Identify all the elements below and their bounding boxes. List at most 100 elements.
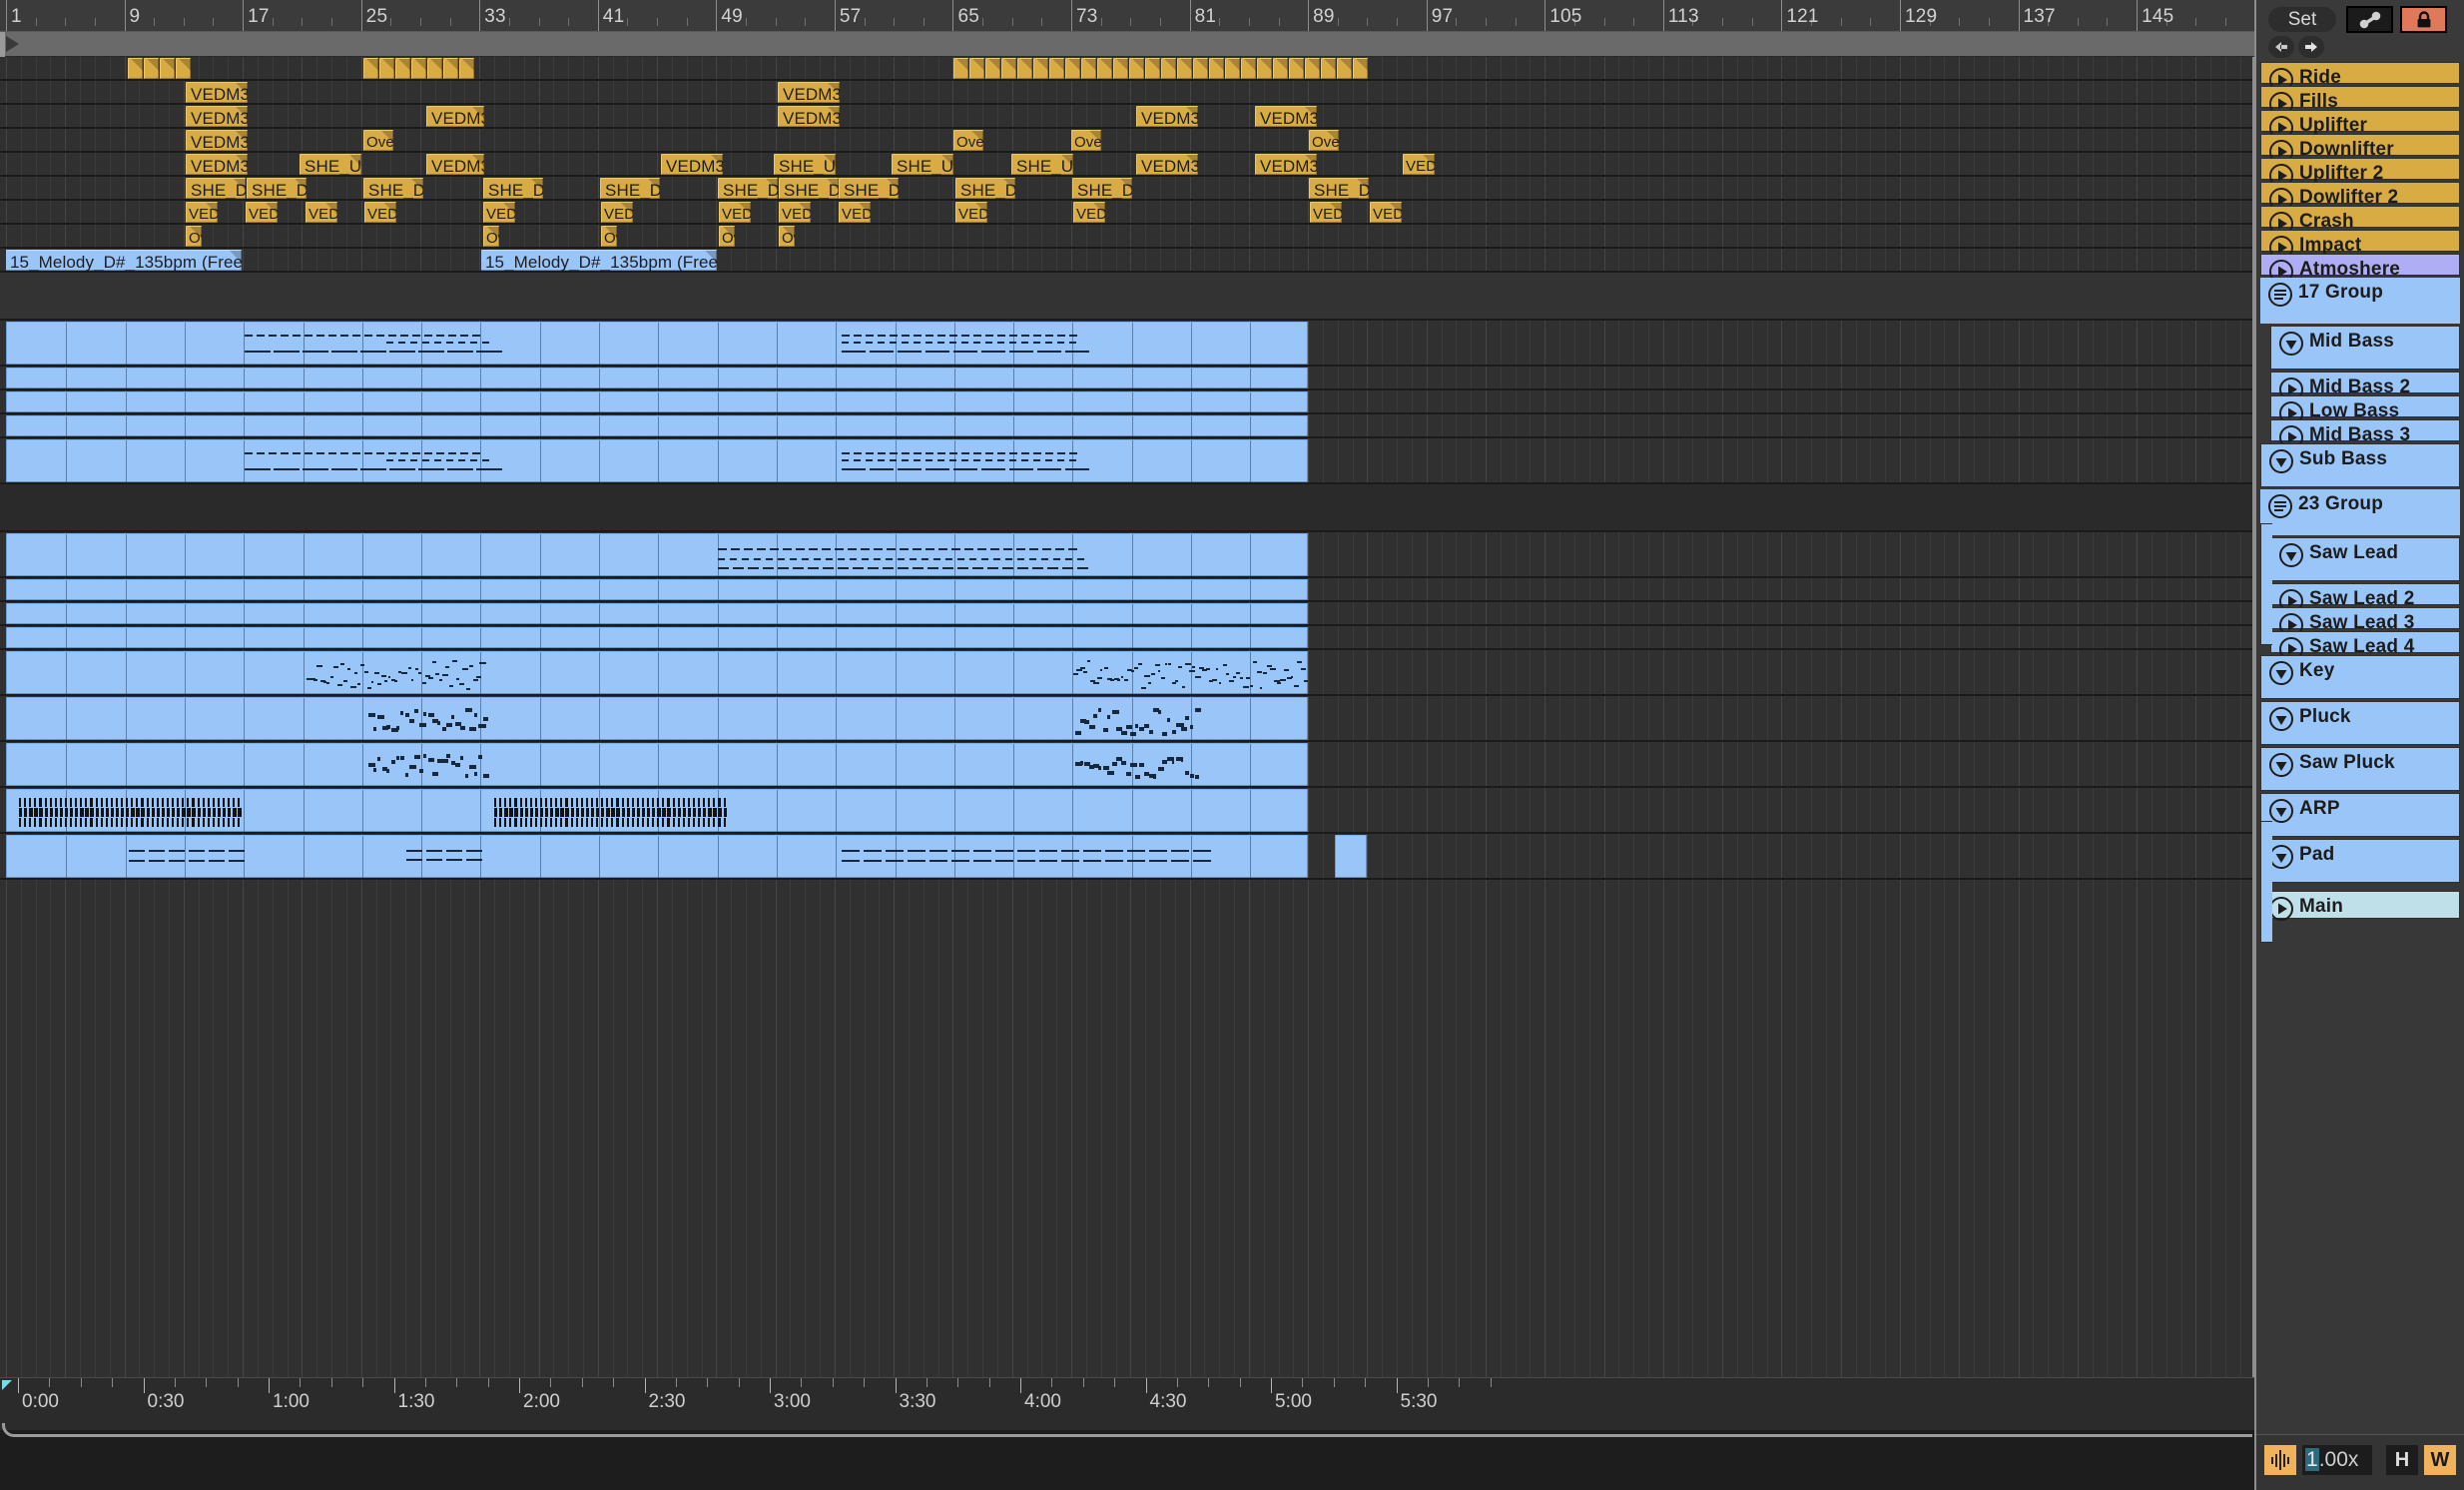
clip-drum[interactable]: Ov [601, 226, 617, 247]
clip-drum[interactable]: VED [306, 202, 337, 223]
track-header-saw-lead-2[interactable]: Saw Lead 2 [2270, 583, 2460, 613]
clip-drum[interactable] [1161, 58, 1176, 79]
clip-drum[interactable]: Ove [1309, 130, 1339, 151]
clip-drum[interactable] [1097, 58, 1112, 79]
clip-drum[interactable]: VED [246, 202, 278, 223]
clip-drum[interactable]: Ov [779, 226, 795, 247]
clip-drum[interactable]: VED [719, 202, 751, 223]
clip-drum[interactable] [1209, 58, 1224, 79]
clip-drum[interactable]: VEDM3 U [426, 154, 484, 175]
group-icon[interactable] [2266, 492, 2294, 520]
chevron-down-icon[interactable] [2267, 705, 2295, 733]
track-header-saw-lead-4[interactable]: Saw Lead 4 [2270, 631, 2460, 661]
clip-drum[interactable]: VEDM3 L [186, 82, 248, 103]
clip-midi[interactable] [6, 579, 1308, 600]
clip-drum[interactable]: SHE_Dow [718, 178, 778, 199]
clip-drum[interactable] [985, 58, 1000, 79]
track-header-low-bass[interactable]: Low Bass [2270, 395, 2460, 425]
clip-drum[interactable]: VEDM3 L [778, 82, 840, 103]
clip-drum[interactable]: SHE_Dow [779, 178, 839, 199]
clip-drum[interactable]: VEDM3 U [426, 106, 484, 127]
clip-drum[interactable]: SHE_Dow [247, 178, 307, 199]
clip-drum[interactable] [1049, 58, 1064, 79]
clip-midi[interactable] [6, 743, 1308, 786]
clip-drum[interactable]: VED [186, 202, 218, 223]
clip-drum[interactable]: VED [1310, 202, 1342, 223]
track-header-list[interactable]: Ride Fills Uplifter Downlifter Uplifter 2 Dow… [2256, 62, 2464, 1434]
clip-midi[interactable] [6, 835, 1308, 878]
chevron-down-icon[interactable] [2267, 751, 2295, 779]
bar-ruler[interactable]: 1 9 17 25 33 41 49 57 65 73 81 89 97 105 113 121 129 137 1… [0, 0, 2254, 32]
clip-midi[interactable] [6, 322, 1308, 365]
clip-midi[interactable] [6, 533, 1308, 576]
clip-drum[interactable]: VEDM3 U [1136, 106, 1198, 127]
clip-drum[interactable] [1081, 58, 1096, 79]
clip-drum[interactable] [363, 58, 378, 79]
clip-midi[interactable] [6, 627, 1308, 648]
clip-drum[interactable] [1321, 58, 1336, 79]
clip-midi[interactable] [6, 651, 1308, 694]
clip-drum[interactable]: SHE_Uplif [300, 154, 361, 175]
clip-drum[interactable]: VEDM3 U [1255, 154, 1317, 175]
clip-drum[interactable]: Ov [719, 226, 735, 247]
track-header-impact[interactable]: Impact [2260, 230, 2460, 260]
track-header-main[interactable]: Main [2260, 891, 2460, 921]
clip-midi[interactable] [6, 368, 1308, 388]
clip-drum[interactable]: Ov [186, 226, 202, 247]
draw-tool-icon[interactable] [2346, 6, 2393, 33]
clip-drum[interactable]: VED [1073, 202, 1105, 223]
clip-drum[interactable]: SHE_Dow [1072, 178, 1132, 199]
track-header-saw-lead-3[interactable]: Saw Lead 3 [2270, 607, 2460, 637]
clip-drum[interactable] [1033, 58, 1048, 79]
clip-drum[interactable]: VED [839, 202, 871, 223]
scrub-loop-bar[interactable] [0, 32, 2254, 57]
clip-midi[interactable] [1335, 835, 1367, 878]
clip-audio[interactable]: 15_Melody_D#_135bpm (Freeze) [481, 250, 717, 271]
track-header-crash[interactable]: Crash [2260, 206, 2460, 236]
clip-drum[interactable]: SHE_Dow [600, 178, 660, 199]
track-header-pluck[interactable]: Pluck [2260, 701, 2460, 745]
clip-drum[interactable]: VED [601, 202, 633, 223]
clip-drum[interactable]: VED [1370, 202, 1402, 223]
track-header-17-group[interactable]: 17 Group [2260, 278, 2460, 324]
clip-drum[interactable] [160, 58, 175, 79]
clip-midi[interactable] [6, 789, 1308, 832]
clip-drum[interactable]: SHE_Dow [839, 178, 899, 199]
clip-drum[interactable] [144, 58, 159, 79]
track-header-ride[interactable]: Ride [2260, 62, 2460, 92]
clip-midi[interactable] [6, 391, 1308, 412]
width-button[interactable]: W [2424, 1445, 2456, 1475]
clip-drum[interactable] [411, 58, 426, 79]
clip-drum[interactable]: VED [1403, 154, 1435, 175]
chevron-down-icon[interactable] [2267, 447, 2295, 475]
track-header-23-group[interactable]: 23 Group [2260, 489, 2460, 535]
clip-drum[interactable]: VED [779, 202, 811, 223]
track-header-key[interactable]: Key [2260, 655, 2460, 699]
clip-drum[interactable] [1193, 58, 1208, 79]
clip-drum[interactable] [1177, 58, 1192, 79]
clip-drum[interactable] [969, 58, 984, 79]
clip-drum[interactable]: SHE_Uplif [774, 154, 836, 175]
clip-drum[interactable]: SHE_Dow [363, 178, 423, 199]
track-header-arp[interactable]: ARP [2260, 793, 2460, 837]
track-header-pad[interactable]: Pad [2260, 839, 2460, 883]
clip-drum[interactable]: SHE_Dow [1309, 178, 1369, 199]
track-header-downlifter[interactable]: Downlifter [2260, 134, 2460, 164]
clip-drum[interactable]: SHE_Uplif [1011, 154, 1073, 175]
clip-audio[interactable]: 15_Melody_D#_135bpm (Freeze) [6, 250, 242, 271]
clip-drum[interactable] [1305, 58, 1320, 79]
clip-drum[interactable]: VEDM3 U [661, 154, 723, 175]
clip-drum[interactable] [1353, 58, 1368, 79]
track-header-mid-bass[interactable]: Mid Bass [2270, 326, 2460, 370]
clip-drum[interactable]: Ov [483, 226, 499, 247]
clip-drum[interactable] [1241, 58, 1256, 79]
clip-drum[interactable] [953, 58, 968, 79]
clip-drum[interactable] [1289, 58, 1304, 79]
clip-drum[interactable]: VEDM3 D [186, 130, 248, 151]
clip-drum[interactable] [459, 58, 474, 79]
clip-midi[interactable] [6, 697, 1308, 740]
clip-drum[interactable] [427, 58, 442, 79]
track-header-sub-bass[interactable]: Sub Bass [2260, 443, 2460, 487]
track-header-fills[interactable]: Fills [2260, 86, 2460, 116]
clip-drum[interactable]: SHE_Dow [483, 178, 543, 199]
